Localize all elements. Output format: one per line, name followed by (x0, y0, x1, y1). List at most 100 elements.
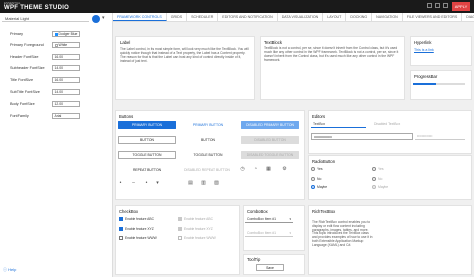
radio-label: Yes (317, 167, 323, 171)
progress-fill (413, 83, 437, 85)
flat-primary-button[interactable]: PRIMARY BUTTON (179, 121, 237, 129)
window-controls (427, 3, 448, 8)
property-row-title-fontsize: Title FontSize 16.00 (10, 77, 110, 84)
property-label: Title FontSize (10, 78, 34, 82)
radio-yes[interactable]: Yes (311, 167, 323, 172)
help-link[interactable]: ⓘ Help (3, 267, 16, 273)
primary-color-picker[interactable]: Dodger Blue (52, 31, 80, 37)
gear-icon[interactable]: ⚙ (282, 167, 287, 172)
flat-button[interactable]: BUTTON (179, 136, 237, 144)
clock-icon[interactable]: ◷ (240, 167, 245, 172)
label-panel: Label The Label control, in its most sim… (115, 36, 255, 100)
disabled-combobox: ComboBox Item #1 ▾ (245, 230, 293, 237)
property-value: Dodger Blue (58, 32, 78, 36)
property-label: SubTitle FontSize (10, 90, 40, 94)
hyperlink-panel: Hyperlink This is a link (410, 36, 472, 66)
tab-navigation[interactable]: NAVIGATION (372, 13, 403, 21)
disabled-checkbox-feature-www: Enable feature WWW (178, 236, 216, 241)
checkbox-feature-www[interactable]: Enable feature WWW (119, 236, 157, 241)
property-row-subtitle-fontsize: SubTitle FontSize 14.00 (10, 89, 110, 96)
default-button[interactable]: BUTTON (118, 136, 176, 144)
primary-foreground-picker[interactable]: White (52, 42, 80, 48)
tab-docking[interactable]: DOCKING (346, 13, 373, 21)
tab-diagram[interactable]: DIAGRA (462, 13, 474, 21)
radio-label: Maybe (317, 185, 328, 189)
tab-framework-controls[interactable]: FRAMEWORK CONTROLS (113, 13, 167, 21)
close-icon[interactable] (443, 3, 448, 8)
panel-title: Label (120, 40, 131, 45)
body-fontsize-input[interactable]: 12.00 (52, 101, 80, 107)
password-input[interactable]: •••••••••••••••••• (311, 133, 413, 140)
disabled-radio-maybe: Maybe (372, 185, 388, 190)
subtitle-fontsize-input[interactable]: 14.00 (52, 89, 80, 95)
property-row-body-fontsize: Body FontSize 12.00 (10, 101, 110, 108)
tab-data-visualization[interactable]: DATA VISUALIZATION (278, 13, 324, 21)
color-swatch (54, 43, 58, 47)
tab-grids[interactable]: GRIDS (167, 13, 188, 21)
radio-no[interactable]: No (311, 177, 321, 182)
panel-title: Buttons (119, 114, 134, 119)
disabled-repeat-button: DISABLED REPEAT BUTTON (184, 168, 230, 172)
dash-icon[interactable]: – (131, 181, 136, 186)
progressbar-panel: ProgressBar (410, 70, 472, 100)
header-fontsize-input[interactable]: 16.00 (52, 54, 80, 60)
radio-label: No (378, 177, 383, 181)
control-category-tabs: FRAMEWORK CONTROLS GRIDS SCHEDULER EDITO… (113, 13, 474, 22)
tab-editors-and-notification[interactable]: EDITORS AND NOTIFICATION (218, 13, 278, 21)
panel-title: CheckBox (119, 209, 139, 214)
combobox[interactable]: ComboBox Item #1 ▾ (245, 216, 293, 223)
tab-file-viewers-and-editors[interactable]: FILE VIEWERS AND EDITORS (403, 13, 463, 21)
chevron-down-icon[interactable]: ▾ (102, 15, 105, 21)
panel-title: ToolTip (247, 257, 261, 262)
richtextbox-content[interactable]: The RichTextBox control enables you to d… (312, 220, 374, 248)
grid-icon[interactable]: ▤ (188, 181, 193, 186)
textblock-description: TextBlock is not a control, per se, sinc… (264, 46, 399, 62)
theme-settings-sidebar: Material Light ▾ Primary Dodger Blue Pri… (0, 13, 113, 277)
fontfamily-dropdown[interactable]: Arial (52, 113, 80, 119)
progress-bar (413, 83, 465, 85)
hyperlink[interactable]: This is a link (414, 48, 434, 52)
chevron-down-icon: ▾ (289, 217, 291, 221)
theme-dropdown[interactable]: Material Light (2, 16, 89, 22)
checkbox-checked (119, 217, 123, 222)
panel-title: ComboBox (247, 209, 268, 214)
title-fontsize-input[interactable]: 16.00 (52, 77, 80, 83)
toggle-button[interactable]: TOGGLE BUTTON (118, 151, 176, 159)
property-label: FontFamily (10, 114, 29, 118)
checkbox-feature-xyz[interactable]: Enable feature XYZ (119, 227, 154, 232)
tab-scheduler[interactable]: SCHEDULER (187, 13, 219, 21)
property-row-subheader-fontsize: Subheader FontSize 14.00 (10, 65, 110, 72)
layers-icon[interactable]: ▥ (201, 181, 206, 186)
radio-label: Yes (378, 167, 384, 171)
subheader-fontsize-input[interactable]: 14.00 (52, 65, 80, 71)
panel-title: RadioButton (312, 159, 336, 164)
property-row-fontfamily: FontFamily Arial (10, 113, 110, 120)
primary-button[interactable]: PRIMARY BUTTON (118, 121, 176, 129)
property-row-primary-foreground: Primary Foreground White (10, 42, 110, 49)
calendar-icon[interactable]: ▦ (266, 167, 271, 172)
radio-label: No (317, 177, 322, 181)
property-label: Primary (10, 32, 24, 36)
radio-circle-selected (311, 185, 315, 190)
minimize-icon[interactable] (427, 3, 432, 8)
radio-label: Maybe (378, 185, 389, 189)
property-label: Body FontSize (10, 102, 35, 106)
tab-layout[interactable]: LAYOUT (323, 13, 347, 21)
radio-circle (311, 167, 315, 172)
dot-icon[interactable]: • (144, 181, 149, 186)
apply-button[interactable]: APPLY (452, 2, 470, 11)
radio-maybe[interactable]: Maybe (311, 185, 327, 190)
time-icon[interactable]: ◔ (253, 167, 258, 172)
bullet-icon[interactable]: • (118, 181, 123, 186)
maximize-icon[interactable] (435, 3, 440, 8)
textbox-input[interactable]: TextBox (311, 121, 366, 128)
checkbox-feature-abc[interactable]: Enable feature ABC (119, 217, 154, 222)
save-button[interactable]: Save (256, 264, 284, 271)
property-value: White (58, 43, 68, 47)
app-logo: ESSENTIAL WPF THEME STUDIO (4, 1, 69, 11)
dropdown-arrow-icon[interactable]: ▾ (155, 181, 160, 186)
flat-toggle-button[interactable]: TOGGLE BUTTON (179, 151, 237, 159)
repeat-button[interactable]: REPEAT BUTTON (118, 166, 176, 174)
list-icon[interactable]: ▨ (214, 181, 219, 186)
theme-palette-icon[interactable] (92, 15, 100, 23)
